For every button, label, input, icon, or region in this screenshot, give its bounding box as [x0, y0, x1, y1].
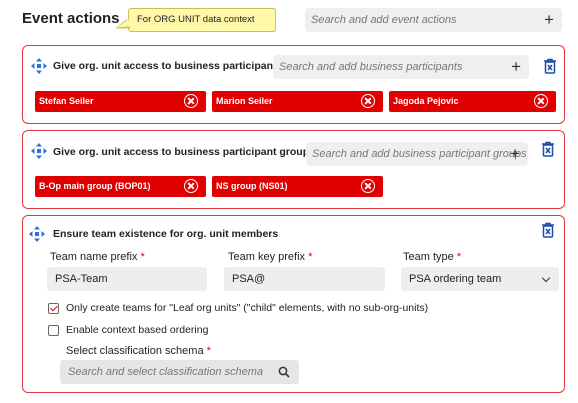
classification-schema-label-text: Select classification schema [66, 345, 204, 357]
chip-label: Jagoda Pejovic [393, 96, 459, 106]
team-name-prefix-label: Team name prefix * [50, 251, 145, 263]
plus-icon[interactable]: + [544, 8, 554, 31]
chip-label: Stefan Seiler [39, 96, 94, 106]
classification-schema-search[interactable]: Search and select classification schema [60, 360, 299, 384]
remove-icon[interactable] [361, 179, 375, 193]
card-title: Ensure team existence for org. unit memb… [53, 228, 279, 240]
card-title: Give org. unit access to business partic… [53, 146, 315, 158]
required-mark: * [308, 251, 313, 263]
event-actions-search[interactable]: Search and add event actions + [305, 8, 562, 32]
card-title: Give org. unit access to business partic… [53, 60, 283, 72]
required-mark: * [456, 251, 462, 263]
card-team-existence: Ensure team existence for org. unit memb… [22, 215, 565, 393]
participants-search-placeholder: Search and add business participants [279, 61, 463, 73]
team-key-prefix-label: Team key prefix * [228, 251, 312, 263]
groups-search-placeholder: Search and add business participant grou… [312, 148, 527, 160]
page-title: Event actions [22, 10, 120, 27]
move-icon[interactable] [31, 143, 47, 159]
chip-participant: Marion Seiler [212, 91, 383, 112]
event-actions-search-placeholder: Search and add event actions [311, 14, 457, 26]
tooltip-callout: For ORG UNIT data context [128, 8, 276, 32]
participants-search[interactable]: Search and add business participants + [273, 55, 529, 79]
team-name-prefix-label-text: Team name prefix [50, 251, 138, 263]
chip-label: Marion Seiler [216, 96, 273, 106]
chip-group: B-Op main group (BOP01) [35, 176, 206, 197]
remove-icon[interactable] [184, 179, 198, 193]
chip-participant: Stefan Seiler [35, 91, 206, 112]
chip-label: B-Op main group (BOP01) [39, 181, 151, 191]
plus-icon[interactable]: + [511, 55, 521, 78]
chip-label: NS group (NS01) [216, 181, 288, 191]
team-type-select[interactable]: PSA ordering team [401, 267, 559, 291]
chip-group: NS group (NS01) [212, 176, 383, 197]
move-icon[interactable] [29, 226, 45, 242]
chevron-down-icon [541, 273, 551, 283]
team-key-prefix-field[interactable]: PSA@ [224, 267, 385, 291]
card-participant-groups: Give org. unit access to business partic… [22, 130, 565, 209]
chip-participant: Jagoda Pejovic [389, 91, 556, 112]
search-icon[interactable] [278, 366, 290, 378]
plus-icon[interactable]: + [510, 142, 520, 165]
classification-schema-placeholder: Search and select classification schema [68, 366, 264, 378]
leaf-org-units-label: Only create teams for "Leaf org units" (… [66, 302, 429, 314]
trash-icon[interactable] [541, 222, 555, 238]
team-name-prefix-field[interactable]: PSA-Team [47, 267, 207, 291]
required-mark: * [206, 345, 211, 357]
classification-schema-label: Select classification schema * [66, 345, 211, 357]
remove-icon[interactable] [534, 94, 548, 108]
required-mark: * [140, 251, 145, 263]
team-type-value: PSA ordering team [409, 273, 502, 285]
team-type-label: Team type * [403, 251, 461, 263]
remove-icon[interactable] [184, 94, 198, 108]
context-ordering-checkbox[interactable] [48, 325, 59, 336]
trash-icon[interactable] [541, 141, 555, 157]
card-business-participants: Give org. unit access to business partic… [22, 45, 565, 124]
context-ordering-label: Enable context based ordering [66, 324, 209, 336]
groups-search[interactable]: Search and add business participant grou… [306, 142, 528, 166]
trash-icon[interactable] [543, 58, 557, 74]
remove-icon[interactable] [361, 94, 375, 108]
move-icon[interactable] [31, 58, 47, 74]
leaf-org-units-checkbox[interactable] [48, 303, 59, 314]
team-type-label-text: Team type [403, 251, 454, 263]
team-key-prefix-label-text: Team key prefix [228, 251, 306, 263]
